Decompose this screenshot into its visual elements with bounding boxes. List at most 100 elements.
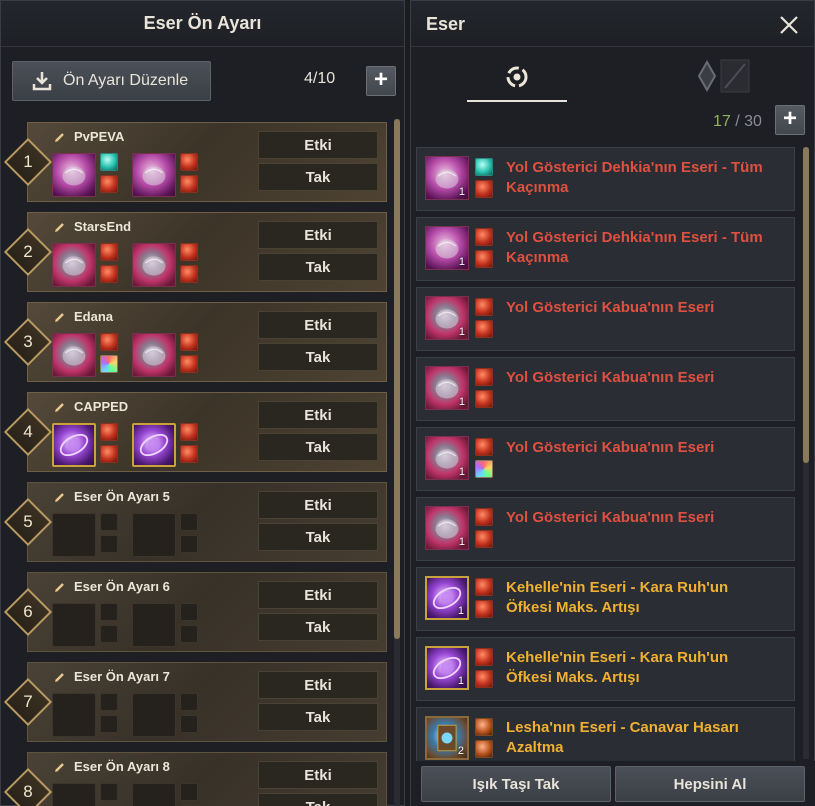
gem-icon[interactable] [100,243,118,261]
add-preset-button[interactable]: + [366,66,396,96]
preset-equip-button[interactable]: Tak [258,253,378,281]
gem-icon [475,718,493,736]
artifact-slot[interactable] [52,243,96,287]
artifact-slot-empty[interactable] [132,603,176,647]
preset-equip-button[interactable]: Tak [258,523,378,551]
gem-icon [475,530,493,548]
add-artifact-slot-button[interactable]: + [775,105,805,135]
preset-scrollbar[interactable] [394,119,400,806]
preset-equip-button[interactable]: Tak [258,793,378,806]
gem-icon[interactable] [180,175,198,193]
artifact-list-item[interactable]: 1 Kehelle'nin Eseri - Kara Ruh'un Öfkesi … [416,637,795,701]
preset-number-badge: 3 [3,317,53,367]
artifact-slot[interactable] [132,153,176,197]
preset-name[interactable]: Eser Ön Ayarı 8 [54,759,170,774]
artifact-list-item[interactable]: 1 Yol Gösterici Kabua'nın Eseri [416,497,795,561]
gem-icon[interactable] [180,355,198,373]
artifact-slot-empty[interactable] [132,693,176,737]
preset-effect-button[interactable]: Etki [258,221,378,249]
gem-slot-empty[interactable] [180,535,198,553]
artifact-list-item[interactable]: 1 Yol Gösterici Dehkia'nın Eseri - Tüm Ka… [416,147,795,211]
gem-slot-empty[interactable] [100,625,118,643]
preset-name[interactable]: Eser Ön Ayarı 5 [54,489,170,504]
gem-slot-empty[interactable] [100,603,118,621]
preset-effect-button[interactable]: Etki [258,761,378,789]
gem-icon[interactable] [100,175,118,193]
artifact-slot-empty[interactable] [52,513,96,557]
tab-gems[interactable] [691,48,751,102]
gem-slot-empty[interactable] [100,715,118,733]
preset-name[interactable]: PvPEVA [54,129,124,144]
gem-icon[interactable] [180,423,198,441]
preset-effect-button[interactable]: Etki [258,491,378,519]
edit-preset-button[interactable]: Ön Ayarı Düzenle [12,61,211,101]
artifact-slot[interactable] [52,423,96,467]
gem-icon[interactable] [100,423,118,441]
artifact-slot-empty[interactable] [52,603,96,647]
gem-slot-empty[interactable] [180,783,198,801]
gem-slot-empty[interactable] [100,535,118,553]
gem-slot-empty[interactable] [180,513,198,531]
preset-equip-button[interactable]: Tak [258,703,378,731]
preset-equip-button[interactable]: Tak [258,613,378,641]
artifact-slot-empty[interactable] [52,783,96,806]
gem-icon[interactable] [180,445,198,463]
artifact-list-item[interactable]: 1 Kehelle'nin Eseri - Kara Ruh'un Öfkesi … [416,567,795,631]
equip-light-stone-button[interactable]: Işık Taşı Tak [421,766,611,802]
gem-icon [475,578,493,596]
gem-icon[interactable] [100,333,118,351]
artifact-panel-header: Eser [411,1,814,47]
preset-name[interactable]: Edana [54,309,113,324]
take-all-button[interactable]: Hepsini Al [615,766,805,802]
preset-scrollbar-thumb[interactable] [394,119,400,639]
preset-equip-button[interactable]: Tak [258,163,378,191]
preset-name[interactable]: Eser Ön Ayarı 6 [54,579,170,594]
artifact-slot[interactable] [132,243,176,287]
close-icon[interactable] [778,14,800,36]
preset-equip-button[interactable]: Tak [258,343,378,371]
artifact-scrollbar[interactable] [803,147,809,759]
preset-name[interactable]: Eser Ön Ayarı 7 [54,669,170,684]
gem-icon [475,250,493,268]
gem-icon[interactable] [100,153,118,171]
gem-slot-empty[interactable] [100,693,118,711]
artifact-slot[interactable] [52,153,96,197]
artifact-list-item[interactable]: 1 Yol Gösterici Kabua'nın Eseri [416,357,795,421]
gem-icon [475,740,493,758]
gem-icon[interactable] [180,153,198,171]
artifact-slot[interactable] [132,333,176,377]
artifact-slot[interactable] [132,423,176,467]
artifact-slot-empty[interactable] [132,513,176,557]
gem-slot-empty[interactable] [180,625,198,643]
preset-name[interactable]: StarsEnd [54,219,131,234]
preset-effect-button[interactable]: Etki [258,131,378,159]
artifact-scrollbar-thumb[interactable] [803,147,809,463]
gem-slot-empty[interactable] [100,783,118,801]
artifact-list-item[interactable]: 1 Yol Gösterici Kabua'nın Eseri [416,427,795,491]
preset-equip-button[interactable]: Tak [258,433,378,461]
gem-slot-empty[interactable] [180,715,198,733]
artifact-slot-empty[interactable] [132,783,176,806]
preset-effect-button[interactable]: Etki [258,311,378,339]
artifact-slot-empty[interactable] [52,693,96,737]
gem-slot-empty[interactable] [180,603,198,621]
preset-name[interactable]: CAPPED [54,399,128,414]
gem-slot-empty[interactable] [180,693,198,711]
artifact-list-item[interactable]: 1 Yol Gösterici Kabua'nın Eseri [416,287,795,351]
gem-slot-empty[interactable] [100,513,118,531]
preset-effect-button[interactable]: Etki [258,401,378,429]
gem-icon[interactable] [180,333,198,351]
preset-effect-button[interactable]: Etki [258,671,378,699]
gem-icon[interactable] [100,355,118,373]
tab-artifacts[interactable] [467,48,567,102]
gem-icon [475,508,493,526]
artifact-count-current: 17 [713,113,731,130]
gem-icon[interactable] [180,243,198,261]
artifact-list-item[interactable]: 1 Yol Gösterici Dehkia'nın Eseri - Tüm Ka… [416,217,795,281]
artifact-quantity: 2 [457,745,464,757]
preset-effect-button[interactable]: Etki [258,581,378,609]
gem-icon[interactable] [100,445,118,463]
artifact-slot[interactable] [52,333,96,377]
gem-icon[interactable] [100,265,118,283]
gem-icon[interactable] [180,265,198,283]
